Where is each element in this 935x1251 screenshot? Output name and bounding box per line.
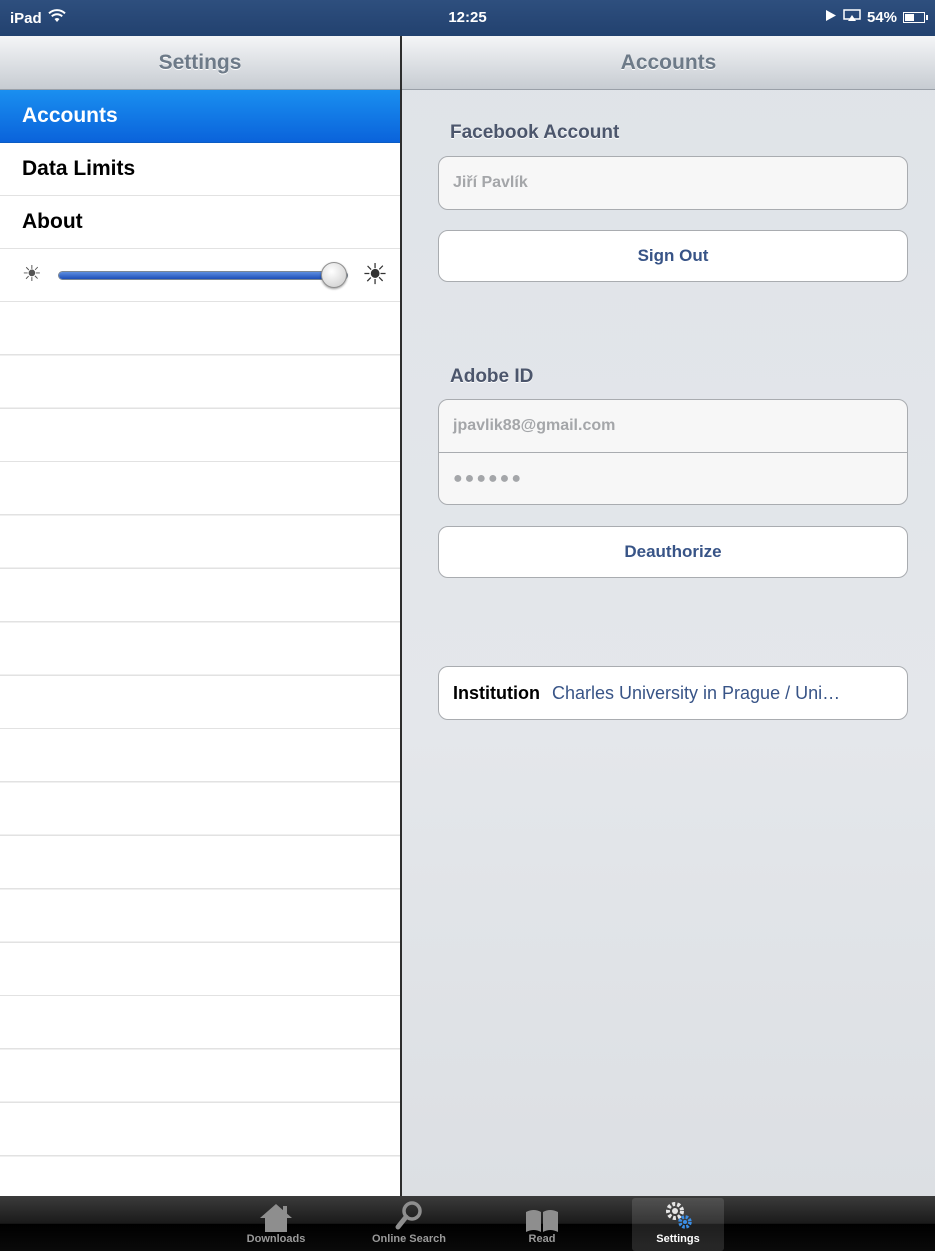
empty-table-rows [0,302,400,1196]
brightness-slider-fill [59,272,333,279]
adobe-section-header: Adobe ID [450,366,534,387]
accounts-title: Accounts [402,36,935,90]
tab-read[interactable]: Read [496,1198,588,1251]
status-bar: iPad 12:25 54% [0,0,935,36]
deauthorize-button[interactable]: Deauthorize [438,526,908,578]
menu-item-accounts[interactable]: Accounts [0,90,400,143]
accounts-panel: Accounts Facebook Account Jiří Pavlík Si… [402,36,935,1196]
settings-title: Settings [0,36,400,90]
book-icon [496,1198,588,1232]
menu-item-about[interactable]: About [0,196,400,249]
institution-label: Institution [453,683,540,703]
facebook-section-header: Facebook Account [450,122,620,143]
house-icon [230,1198,322,1232]
airplay-icon [843,9,861,26]
brightness-slider[interactable] [58,271,348,280]
tab-bar: Downloads Online Search Read Settings [0,1196,935,1251]
facebook-account-group: Jiří Pavlík [438,156,908,210]
menu-item-data-limits[interactable]: Data Limits [0,143,400,196]
brightness-low-icon: ☀ [22,261,42,286]
tab-online-search[interactable]: Online Search [363,1198,455,1251]
status-time: 12:25 [448,9,487,26]
sign-out-button[interactable]: Sign Out [438,230,908,282]
gears-icon [632,1198,724,1232]
magnifier-icon [363,1198,455,1232]
tab-downloads[interactable]: Downloads [230,1198,322,1251]
battery-percent: 54% [866,9,897,26]
settings-panel: Settings Accounts Data Limits About ☀ ☀ [0,36,400,1196]
adobe-email-field[interactable]: jpavlik88@gmail.com [439,400,907,452]
brightness-row: ☀ ☀ [0,249,400,302]
play-icon [825,9,837,26]
tab-settings[interactable]: Settings [632,1198,724,1251]
adobe-id-group: jpavlik88@gmail.com ●●●●●● [438,399,908,505]
brightness-slider-thumb[interactable] [320,262,347,288]
institution-row[interactable]: Institution Charles University in Prague … [438,666,908,720]
brightness-high-icon: ☀ [362,259,388,291]
facebook-name-field[interactable]: Jiří Pavlík [439,157,907,209]
institution-value: Charles University in Prague / Uni… [551,683,841,703]
battery-icon [903,12,928,23]
adobe-password-field[interactable]: ●●●●●● [439,452,907,504]
